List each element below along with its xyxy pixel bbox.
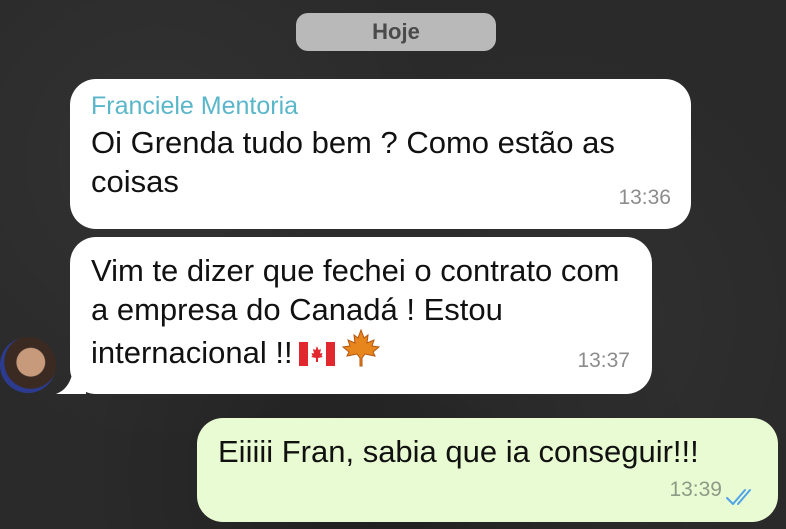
message-time: 13:37 [577,349,630,372]
message-text: Vim te dizer que fechei o contrato com a… [91,251,630,376]
date-separator: Hoje [296,13,496,51]
message-bubble-outgoing[interactable]: Eiiiii Fran, sabia que ia conseguir!!! 1… [197,418,778,522]
avatar[interactable] [0,337,56,393]
sender-name[interactable]: Franciele Mentoria [91,91,669,121]
canada-flag-icon [298,337,335,376]
message-time: 13:39 [669,478,722,501]
message-text: Oi Grenda tudo bem ? Como estão as coisa… [91,125,615,199]
message-text: Eiiiii Fran, sabia que ia conseguir!!! [218,434,699,469]
maple-leaf-icon [341,328,381,376]
message-bubble-incoming[interactable]: Vim te dizer que fechei o contrato com a… [70,237,652,394]
double-check-icon [726,489,751,505]
message-time: 13:36 [618,186,671,209]
message-bubble-incoming[interactable]: Franciele Mentoria Oi Grenda tudo bem ? … [70,79,691,229]
